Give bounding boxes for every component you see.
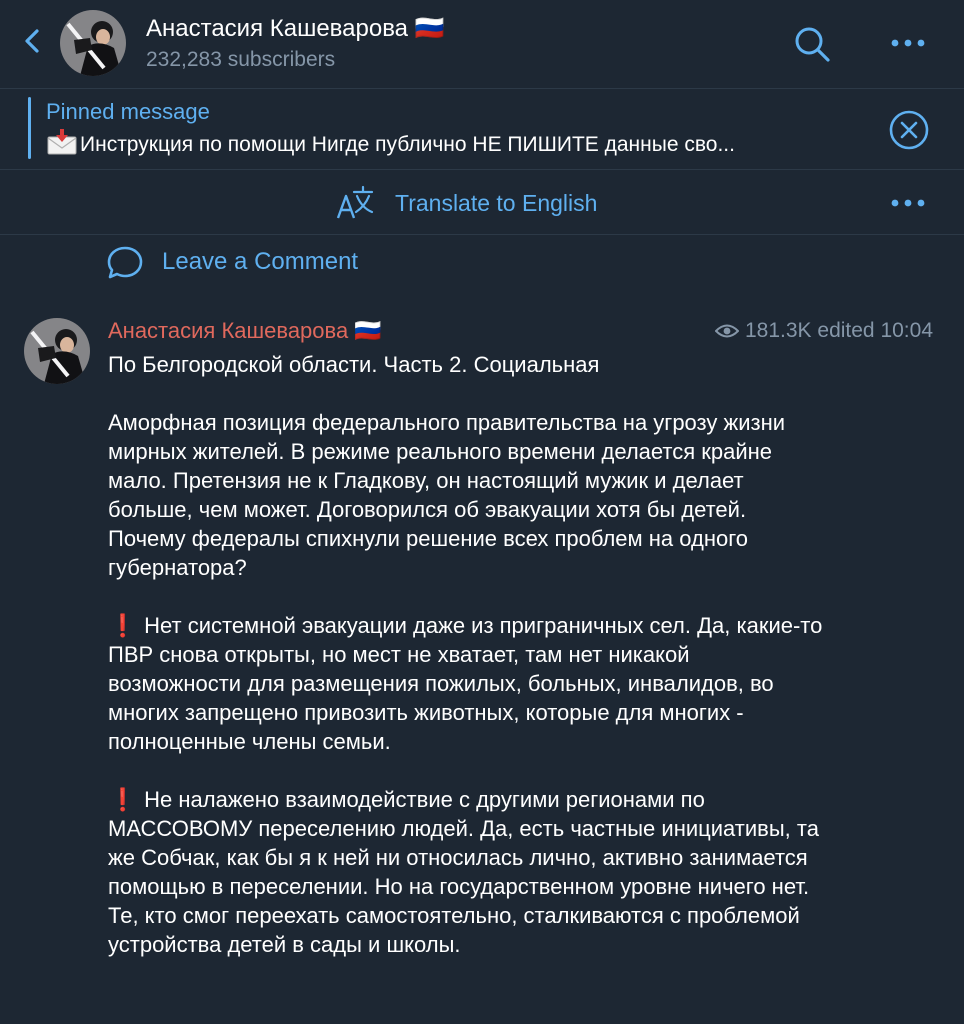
views-eye-icon	[714, 324, 739, 338]
post-author-avatar[interactable]	[24, 318, 90, 384]
translate-bar: Translate to English	[0, 170, 964, 235]
post-paragraph-bullet: ❗ Нет системной эвакуации даже из пригра…	[108, 611, 828, 756]
exclamation-icon: ❗	[109, 613, 137, 638]
post-meta: 181.3K edited 10:04	[714, 319, 933, 343]
subscriber-count: 232,283 subscribers	[146, 48, 336, 71]
back-chevron-icon[interactable]	[18, 26, 48, 56]
pinned-text: Инструкция по помощи Нигде публично НЕ П…	[46, 129, 876, 161]
channel-title[interactable]: Анастасия Кашеварова 🇷🇺	[146, 14, 445, 43]
post-paragraph-text: Не налажено взаимодействие с другими рег…	[108, 787, 819, 957]
search-icon[interactable]	[792, 24, 832, 64]
edited-time: edited 10:04	[817, 319, 933, 342]
comment-bar: Leave a Comment	[0, 236, 964, 292]
translate-options-icon[interactable]	[888, 190, 928, 216]
translate-icon[interactable]	[334, 184, 376, 222]
pinned-title: Pinned message	[46, 99, 210, 124]
channel-avatar[interactable]	[60, 10, 126, 76]
comment-bubble-icon[interactable]	[106, 244, 144, 282]
exclamation-icon: ❗	[109, 787, 137, 812]
pinned-message-bar[interactable]: Pinned message Инструкция по помощи Нигд…	[0, 89, 964, 170]
envelope-download-icon	[46, 129, 78, 161]
channel-post: Анастасия Кашеварова 🇷🇺 181.3K edited 10…	[0, 310, 964, 1024]
leave-comment-button[interactable]: Leave a Comment	[162, 248, 358, 276]
post-text: По Белгородской области. Часть 2. Социал…	[108, 350, 828, 959]
post-paragraph-text: Нет системной эвакуации даже из приграни…	[108, 613, 823, 754]
translate-button[interactable]: Translate to English	[395, 190, 597, 217]
post-paragraph: Аморфная позиция федерального правительс…	[108, 410, 786, 580]
more-options-icon[interactable]	[888, 30, 928, 56]
post-paragraph-bullet: ❗ Не налажено взаимодействие с другими р…	[108, 785, 828, 959]
post-author-name[interactable]: Анастасия Кашеварова 🇷🇺	[108, 318, 382, 344]
pinned-text-content: Инструкция по помощи Нигде публично НЕ П…	[80, 133, 735, 156]
view-count: 181.3K	[744, 319, 812, 342]
close-pinned-icon[interactable]	[888, 109, 930, 151]
chat-header: Анастасия Кашеварова 🇷🇺 232,283 subscrib…	[0, 0, 964, 89]
post-paragraph: По Белгородской области. Часть 2. Социал…	[108, 352, 600, 377]
pinned-accent-bar	[28, 97, 31, 159]
